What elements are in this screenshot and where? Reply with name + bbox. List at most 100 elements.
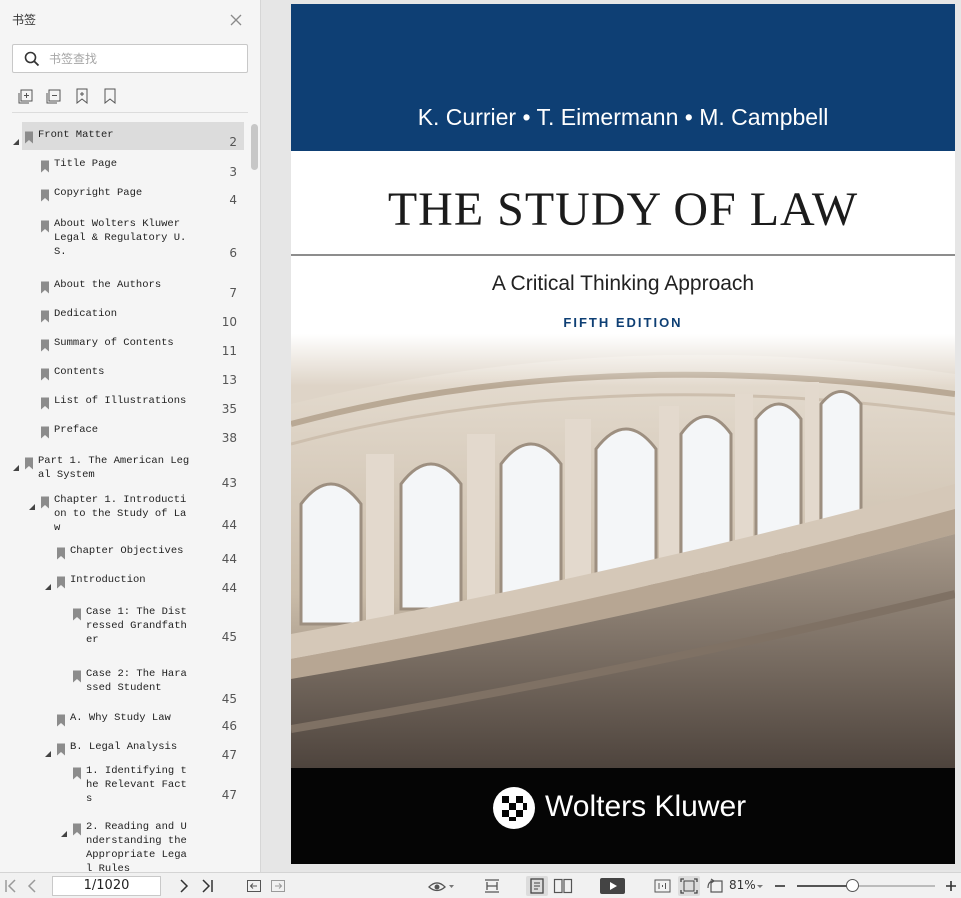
bookmark-page-number: 45: [221, 692, 237, 706]
rotate-page-icon[interactable]: [706, 878, 724, 894]
bookmark-icon: [24, 455, 34, 470]
bookmark-label: Chapter Objectives: [70, 545, 184, 557]
bookmark-icon: [56, 545, 66, 560]
bookmark-item[interactable]: 2. Reading and U nderstanding the Approp…: [0, 814, 245, 872]
bookmark-icon: [40, 158, 50, 173]
pdf-reader-window: 书签 Front Matter2Title Page3Copyright Pag…: [0, 0, 961, 898]
bookmark-item[interactable]: Contents 13: [0, 359, 245, 387]
zoom-in-icon[interactable]: [944, 878, 958, 894]
zoom-slider-handle[interactable]: [846, 879, 860, 892]
bookmark-page-number: 2: [229, 135, 237, 149]
bookmark-page-number: 4: [229, 193, 237, 207]
bookmark-item[interactable]: About the Authors 7: [0, 272, 245, 300]
bookmark-label: List of Illustrations: [54, 395, 187, 407]
page-number-input[interactable]: 1/1020: [52, 876, 161, 896]
actual-size-icon[interactable]: [654, 878, 671, 894]
two-page-icon[interactable]: [553, 878, 573, 894]
document-view[interactable]: K. Currier • T. Eimermann • M. Campbell …: [262, 0, 961, 872]
slideshow-play-icon[interactable]: [600, 878, 626, 894]
bookmark-label: Preface: [54, 424, 99, 436]
bookmark-label: Copyright Page: [54, 187, 143, 199]
bookmark-search-input[interactable]: [49, 49, 239, 69]
bookmark-item[interactable]: Part 1. The American Leg al System 43: [0, 448, 245, 490]
bookmark-icon: [72, 606, 82, 621]
bookmark-label: Case 1: The Dist ressed Grandfath er: [86, 606, 187, 646]
bookmark-search-box[interactable]: [12, 44, 248, 73]
publisher-name: Wolters Kluwer: [545, 790, 747, 823]
bookmark-item[interactable]: 1. Identifying t he Relevant Fact s 47: [0, 758, 245, 805]
bookmark-item[interactable]: List of Illustrations 35: [0, 388, 245, 416]
bookmark-icon: [40, 424, 50, 439]
bookmark-icon: [40, 308, 50, 323]
close-icon[interactable]: [229, 12, 243, 26]
expand-toggle-icon[interactable]: [12, 457, 20, 471]
bookmark-label: 1. Identifying t he Relevant Fact s: [86, 765, 187, 805]
bookmark-icon: [40, 494, 50, 509]
expand-toggle-icon[interactable]: [44, 743, 52, 757]
zoom-out-icon[interactable]: [773, 878, 787, 894]
bookmark-page-number: 6: [229, 246, 237, 260]
capitol-dome-image: [291, 334, 955, 768]
bookmark-page-number: 46: [221, 719, 237, 733]
bookmark-label: About the Authors: [54, 279, 162, 291]
bookmark-item[interactable]: B. Legal Analysis 47: [0, 734, 245, 762]
chevron-down-icon[interactable]: [756, 878, 764, 894]
sidebar-scrollbar[interactable]: [251, 124, 258, 170]
bookmark-label: Part 1. The American Leg al System: [38, 455, 190, 481]
bookmark-label: A. Why Study Law: [70, 712, 171, 724]
back-icon[interactable]: [246, 878, 262, 894]
fit-page-icon[interactable]: [678, 876, 700, 896]
bookmark-item[interactable]: About Wolters Kluwer Legal & Regulatory …: [0, 211, 245, 260]
expand-all-icon[interactable]: [18, 88, 34, 106]
bookmark-item[interactable]: Case 1: The Dist ressed Grandfath er 45: [0, 599, 245, 646]
wolters-kluwer-logo-icon: [493, 787, 535, 829]
bookmark-item[interactable]: Title Page 3: [0, 151, 245, 179]
bookmark-item[interactable]: Preface 38: [0, 417, 245, 445]
bookmark-page-number: 10: [221, 315, 237, 329]
forward-icon[interactable]: [270, 878, 286, 894]
bookmark-label: Title Page: [54, 158, 118, 170]
bookmark-item[interactable]: Introduction 44: [0, 567, 245, 595]
bookmark-item[interactable]: Chapter 1. Introducti on to the Study of…: [0, 487, 245, 534]
bookmark-label: 2. Reading and U nderstanding the Approp…: [86, 821, 187, 872]
next-page-icon[interactable]: [178, 878, 190, 894]
book-cover-page: K. Currier • T. Eimermann • M. Campbell …: [291, 4, 955, 864]
last-page-icon[interactable]: [200, 878, 214, 894]
publisher-block: Wolters Kluwer: [291, 786, 955, 830]
expand-toggle-icon[interactable]: [44, 576, 52, 590]
bookmark-icon: [40, 187, 50, 202]
bookmark-item[interactable]: Summary of Contents 11: [0, 330, 245, 358]
bookmark-page-number: 44: [221, 518, 237, 532]
bookmark-page-number: 44: [221, 581, 237, 595]
expand-toggle-icon[interactable]: [60, 823, 68, 837]
expand-toggle-icon[interactable]: [28, 496, 36, 510]
zoom-level[interactable]: 81%: [729, 878, 756, 892]
bookmark-item[interactable]: Dedication 10: [0, 301, 245, 329]
eye-care-mode-icon[interactable]: [428, 878, 456, 894]
bookmark-icon[interactable]: [102, 88, 118, 106]
bookmark-item[interactable]: Chapter Objectives 44: [0, 538, 245, 566]
search-icon: [24, 51, 40, 67]
cover-subtitle: A Critical Thinking Approach: [491, 272, 755, 295]
bookmark-icon: [56, 712, 66, 727]
status-bar: 1/1020 81%: [0, 872, 961, 898]
expand-toggle-icon[interactable]: [12, 131, 20, 145]
fit-width-icon[interactable]: [483, 878, 501, 894]
bookmark-page-number: 35: [221, 402, 237, 416]
bookmark-icon: [40, 279, 50, 294]
bookmark-icon: [40, 395, 50, 410]
add-bookmark-icon[interactable]: [74, 88, 90, 106]
bookmark-icon: [72, 668, 82, 683]
collapse-all-icon[interactable]: [46, 88, 62, 106]
bookmark-item[interactable]: A. Why Study Law 46: [0, 705, 245, 733]
bookmark-item[interactable]: Case 2: The Hara ssed Student 45: [0, 661, 245, 706]
first-page-icon[interactable]: [4, 878, 18, 894]
bookmark-page-number: 7: [229, 286, 237, 300]
bookmark-label: Front Matter: [38, 129, 114, 141]
bookmark-icon: [40, 218, 50, 233]
prev-page-icon[interactable]: [26, 878, 38, 894]
single-page-icon[interactable]: [526, 876, 548, 896]
bookmark-item[interactable]: Copyright Page 4: [0, 180, 245, 207]
bookmark-item[interactable]: Front Matter 2: [13, 122, 244, 150]
bookmark-label: Contents: [54, 366, 105, 378]
